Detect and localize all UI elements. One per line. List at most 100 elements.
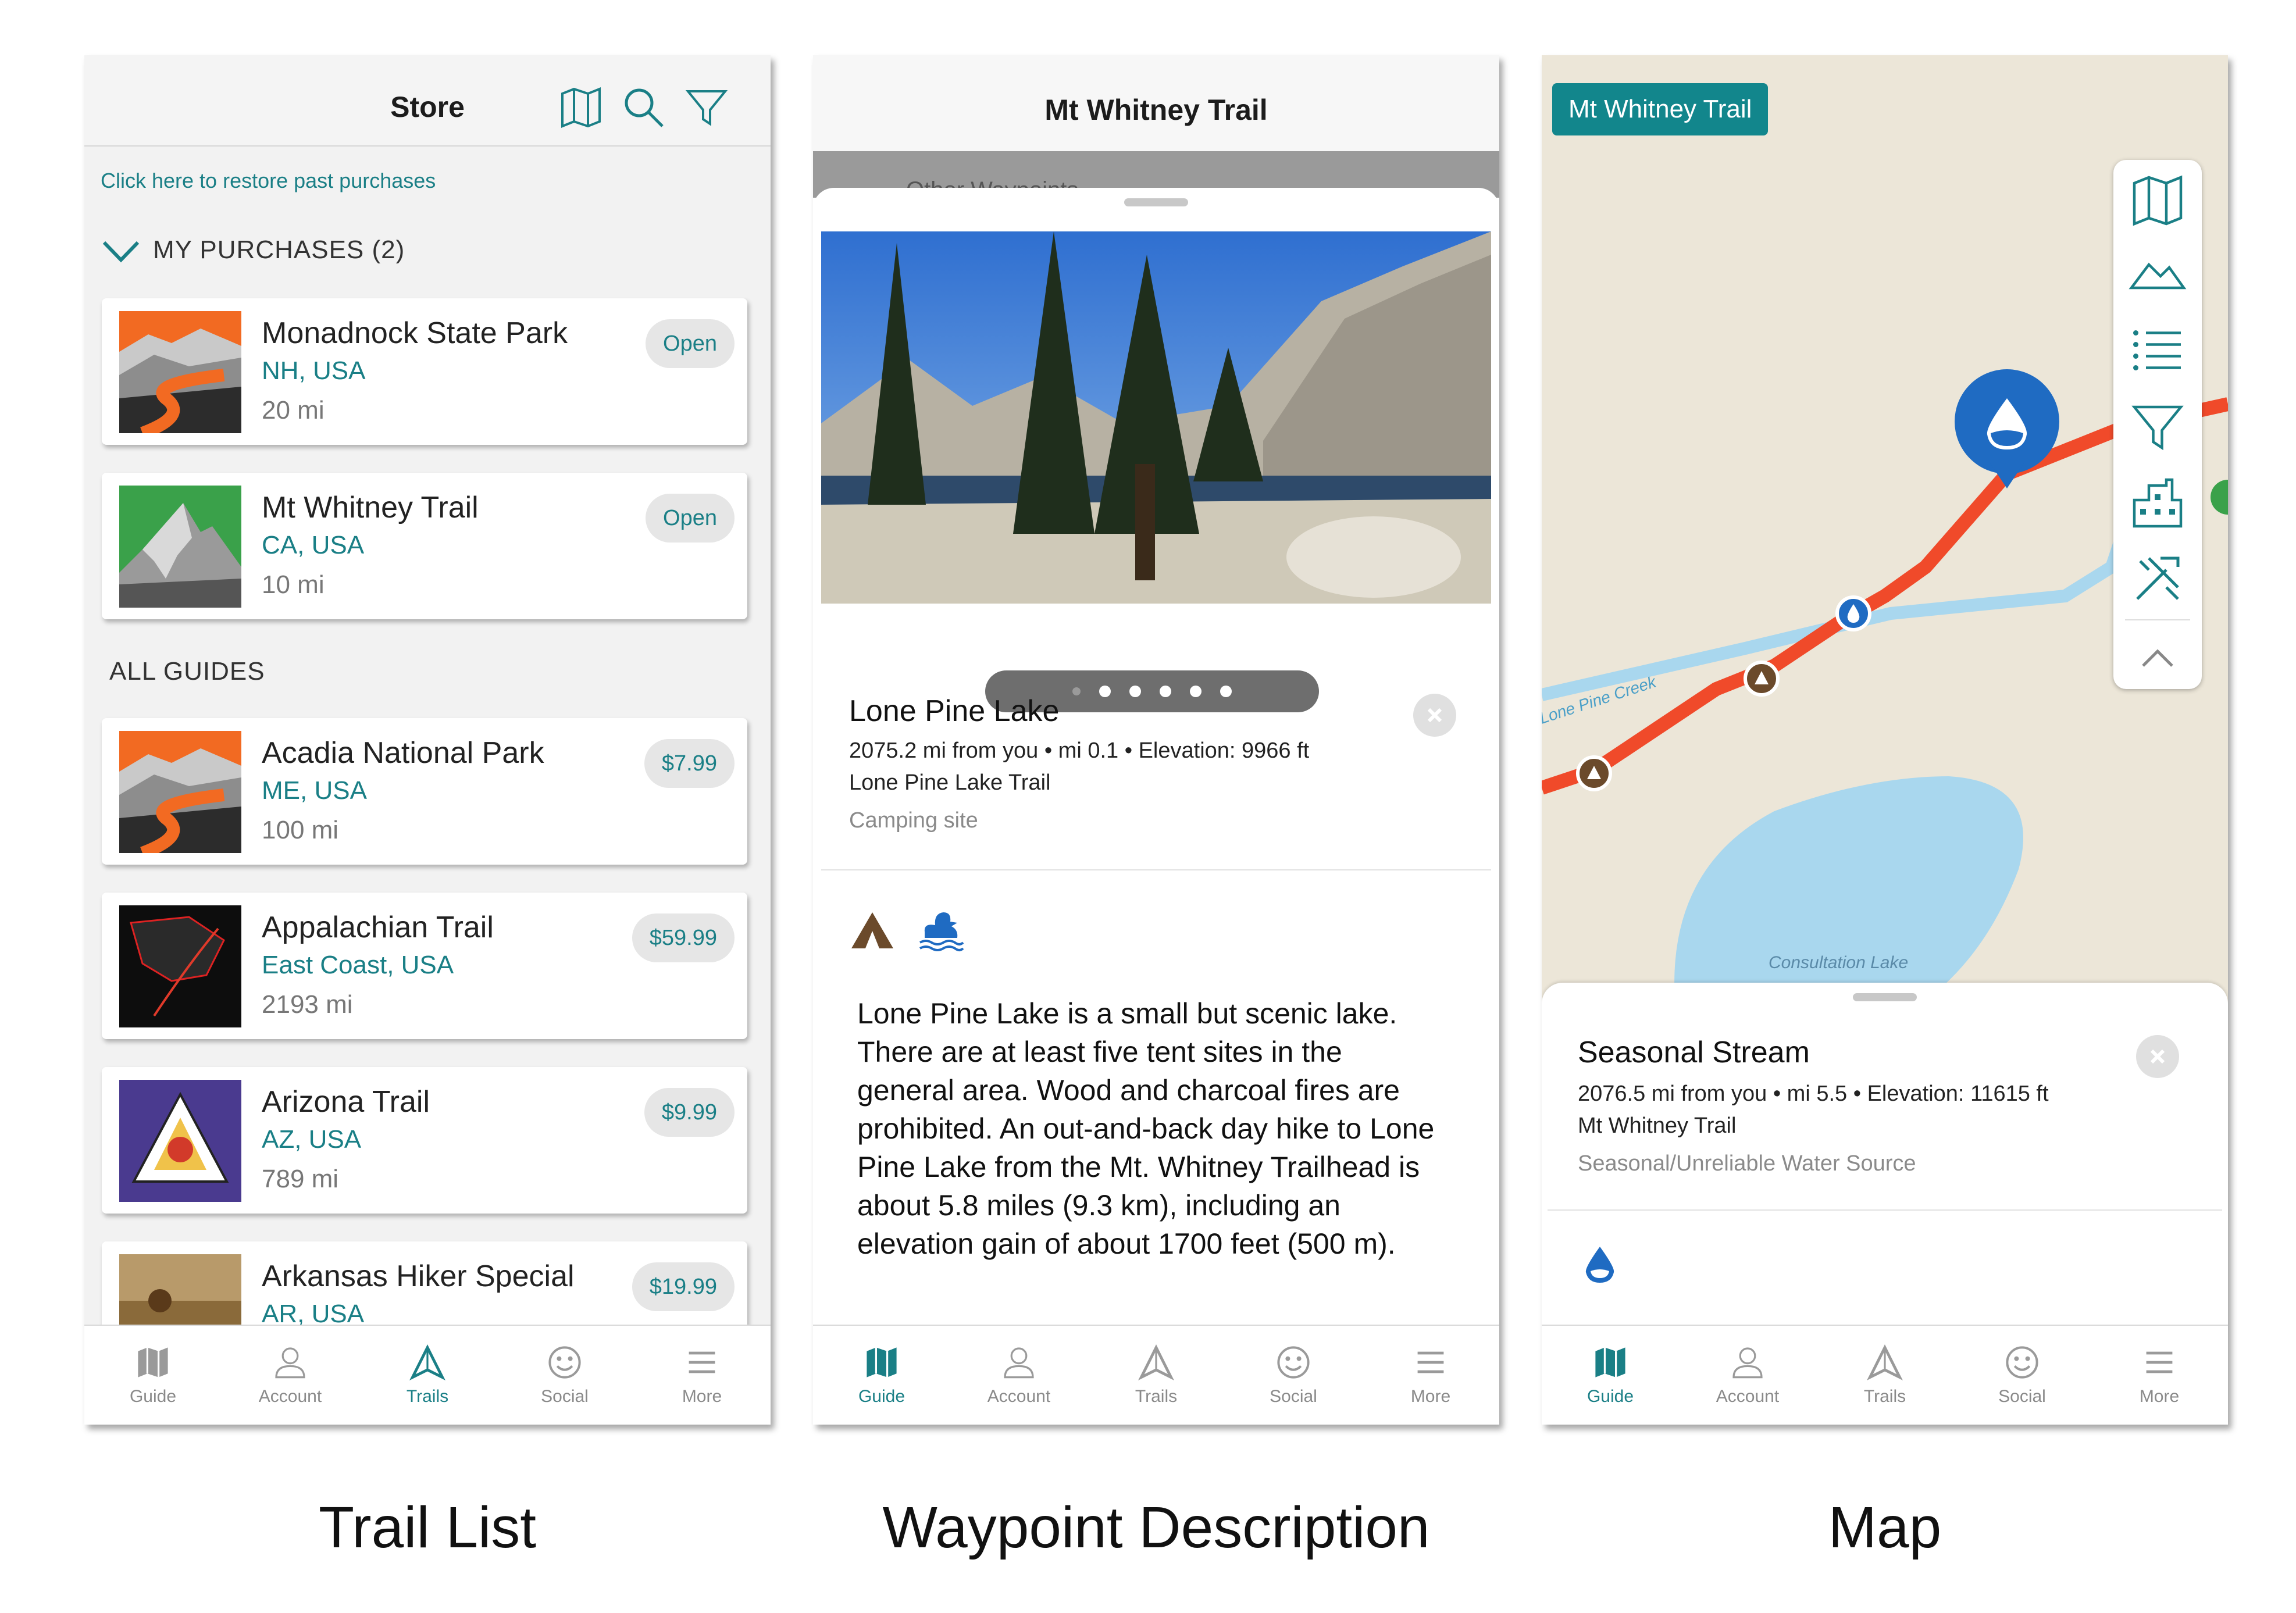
my-purchases-header[interactable]: MY PURCHASES (2)	[153, 235, 405, 265]
close-button[interactable]	[2136, 1035, 2179, 1078]
price-button[interactable]: $9.99	[644, 1088, 735, 1137]
restore-purchases-link[interactable]: Click here to restore past purchases	[101, 169, 436, 193]
tab-social[interactable]: Social	[1225, 1326, 1362, 1425]
trails-icon	[409, 1344, 445, 1380]
trails-icon	[1138, 1344, 1174, 1380]
tab-more[interactable]: More	[2091, 1326, 2228, 1425]
waypoint-title: Lone Pine Lake	[849, 694, 1060, 728]
tab-guide[interactable]: Guide	[84, 1326, 222, 1425]
list-icon[interactable]	[2129, 320, 2187, 378]
tab-account[interactable]: Account	[1679, 1326, 1816, 1425]
map-toolbar	[2113, 160, 2202, 689]
chevron-up-icon[interactable]	[2129, 628, 2187, 686]
trail-list-screen: Store Click here to restore past purchas…	[84, 55, 771, 1425]
divider	[1548, 1209, 2222, 1211]
tab-account[interactable]: Account	[950, 1326, 1088, 1425]
trail-name: Acadia National Park	[262, 736, 544, 770]
pager-dot[interactable]	[1190, 686, 1202, 697]
menu-icon	[2146, 1351, 2173, 1373]
close-button[interactable]	[1413, 694, 1456, 737]
water-drop-icon	[1585, 1247, 1614, 1283]
tab-guide[interactable]: Guide	[1542, 1326, 1679, 1425]
tools-icon[interactable]	[2129, 549, 2187, 608]
smiley-icon	[548, 1346, 581, 1379]
divider	[821, 869, 1491, 870]
waypoint-photo[interactable]	[821, 231, 1491, 604]
pager-dot[interactable]	[1099, 686, 1111, 697]
trail-name: Arizona Trail	[262, 1085, 430, 1119]
tab-more[interactable]: More	[1362, 1326, 1499, 1425]
guide-card-acadia[interactable]: Acadia National Park ME, USA 100 mi $7.9…	[102, 718, 747, 865]
trail-thumbnail	[119, 486, 241, 608]
filter-icon[interactable]	[2129, 398, 2187, 456]
waypoint-trail: Lone Pine Lake Trail	[849, 770, 1051, 795]
price-button[interactable]: $7.99	[644, 739, 735, 788]
pager-dot[interactable]	[1220, 686, 1232, 697]
smiley-icon	[2006, 1346, 2038, 1379]
smiley-icon	[1277, 1346, 1310, 1379]
trail-name: Arkansas Hiker Special	[262, 1259, 575, 1293]
trail-distance: 20 mi	[262, 396, 325, 424]
trail-thumbnail	[119, 1080, 241, 1202]
town-icon[interactable]	[2129, 474, 2187, 532]
trail-location: AZ, USA	[262, 1125, 362, 1154]
map-icon[interactable]	[558, 84, 604, 131]
sheet-handle[interactable]	[1124, 198, 1188, 206]
tab-trails[interactable]: Trails	[1816, 1326, 1953, 1425]
guide-card-appalachian[interactable]: Appalachian Trail East Coast, USA 2193 m…	[102, 893, 747, 1039]
trails-icon	[1867, 1344, 1903, 1380]
price-button[interactable]: $59.99	[632, 913, 735, 962]
tab-bar: Guide Account Trails Social More	[84, 1325, 771, 1425]
user-icon	[1732, 1347, 1763, 1379]
page-title: Mt Whitney Trail	[1044, 94, 1268, 126]
trail-name: Appalachian Trail	[262, 911, 494, 944]
tab-account[interactable]: Account	[222, 1326, 359, 1425]
tab-guide[interactable]: Guide	[813, 1326, 950, 1425]
filter-icon[interactable]	[683, 84, 730, 131]
pager-dot[interactable]	[1072, 687, 1081, 695]
tab-trails[interactable]: Trails	[359, 1326, 496, 1425]
sheet-handle[interactable]	[1853, 993, 1917, 1001]
map-icon	[867, 1347, 897, 1378]
trail-location: ME, USA	[262, 776, 367, 805]
waypoint-header: Mt Whitney Trail	[813, 55, 1499, 151]
store-navbar: Store	[84, 55, 771, 147]
waypoint-title: Seasonal Stream	[1578, 1036, 1810, 1069]
tab-more[interactable]: More	[633, 1326, 771, 1425]
trail-thumbnail	[119, 905, 241, 1027]
tab-bar: Guide Account Trails Social More	[813, 1325, 1499, 1425]
price-button[interactable]: $19.99	[632, 1262, 735, 1311]
purchase-card-monadnock[interactable]: Monadnock State Park NH, USA 20 mi Open	[102, 298, 747, 445]
pager-dot[interactable]	[1129, 686, 1141, 697]
trail-tag[interactable]: Mt Whitney Trail	[1552, 83, 1769, 135]
waypoint-type: Camping site	[849, 808, 978, 833]
duck-icon	[919, 912, 964, 951]
waypoint-meta: 2075.2 mi from you • mi 0.1 • Elevation:…	[849, 738, 1310, 763]
waypoint-type: Seasonal/Unreliable Water Source	[1578, 1151, 1916, 1176]
toolbar-divider	[2125, 619, 2190, 620]
map-icon	[138, 1347, 168, 1378]
map-icon[interactable]	[2129, 172, 2187, 230]
chevron-down-icon[interactable]	[101, 237, 141, 266]
guide-card-arizona[interactable]: Arizona Trail AZ, USA 789 mi $9.99	[102, 1067, 747, 1214]
search-icon[interactable]	[621, 84, 667, 131]
all-guides-header: ALL GUIDES	[109, 657, 265, 686]
pager-dot[interactable]	[1160, 686, 1171, 697]
purchase-card-mt-whitney[interactable]: Mt Whitney Trail CA, USA 10 mi Open	[102, 473, 747, 619]
tab-trails[interactable]: Trails	[1088, 1326, 1225, 1425]
trail-distance: 789 mi	[262, 1165, 339, 1193]
map-screen: Lone Pine Creek Consultation Lake Mt Whi…	[1542, 55, 2228, 1425]
tab-social[interactable]: Social	[1953, 1326, 2091, 1425]
menu-icon	[689, 1351, 715, 1373]
caption-map: Map	[1828, 1495, 1942, 1560]
trail-thumbnail	[119, 731, 241, 853]
trail-name: Monadnock State Park	[262, 316, 568, 350]
tab-social[interactable]: Social	[496, 1326, 633, 1425]
trail-name: Mt Whitney Trail	[262, 491, 479, 524]
elevation-icon[interactable]	[2129, 244, 2187, 302]
open-button[interactable]: Open	[646, 494, 735, 543]
menu-icon	[1417, 1351, 1444, 1373]
trail-location: CA, USA	[262, 531, 365, 559]
waypoint-description-screen: Mt Whitney Trail Other Waypoints	[813, 55, 1499, 1425]
open-button[interactable]: Open	[646, 319, 735, 368]
